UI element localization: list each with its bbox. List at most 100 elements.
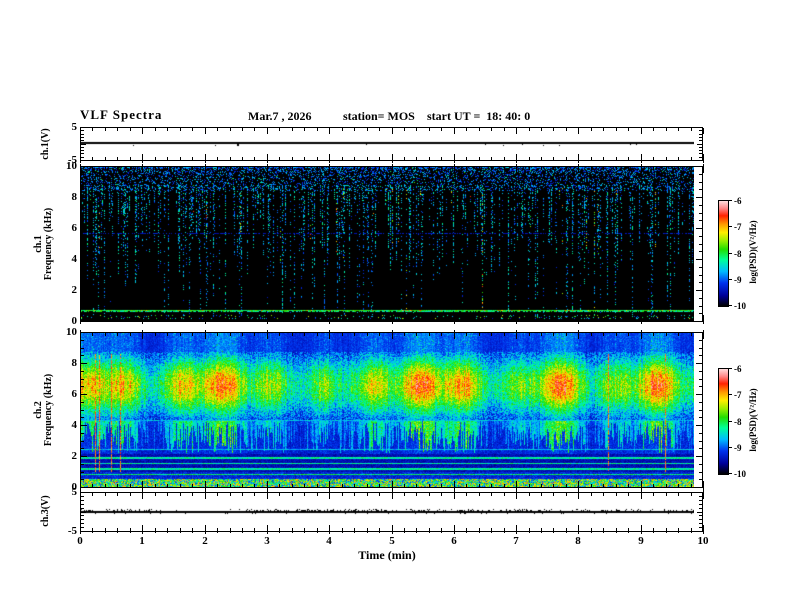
axis-tick — [696, 456, 702, 457]
axis-tick — [329, 167, 330, 173]
axis-tick — [666, 128, 667, 131]
figure-title: VLF Spectra — [80, 107, 163, 122]
axis-tick — [367, 157, 368, 160]
axis-tick — [92, 318, 93, 321]
axis-tick — [205, 531, 206, 534]
x-tick-label: 0 — [77, 535, 83, 547]
axis-tick — [81, 306, 84, 307]
axis-tick — [205, 321, 206, 324]
axis-tick — [142, 321, 143, 324]
axis-tick — [578, 330, 579, 333]
axis-tick — [379, 493, 380, 496]
axis-tick — [142, 531, 143, 534]
axis-tick — [696, 197, 702, 198]
axis-tick — [242, 493, 243, 496]
axis-tick — [603, 128, 604, 131]
axis-tick — [699, 157, 702, 158]
axis-tick — [628, 157, 629, 160]
header-date: Mar.7 , 2026 — [248, 109, 312, 123]
axis-tick — [81, 174, 84, 175]
axis-tick — [641, 333, 642, 339]
axis-tick — [180, 128, 181, 131]
axis-tick — [641, 160, 642, 163]
axis-tick — [491, 493, 492, 496]
axis-tick — [699, 348, 702, 349]
axis-tick — [699, 182, 702, 183]
axis-tick — [529, 333, 530, 336]
axis-tick — [641, 330, 642, 333]
axis-tick — [699, 189, 702, 190]
axis-tick — [699, 441, 702, 442]
axis-tick — [703, 333, 704, 339]
axis-tick — [591, 167, 592, 170]
axis-tick — [317, 157, 318, 160]
axis-tick — [553, 493, 554, 496]
axis-tick — [279, 531, 280, 533]
axis-tick — [81, 417, 84, 418]
axis-tick — [317, 493, 318, 496]
axis-tick — [81, 290, 87, 291]
axis-tick — [516, 167, 517, 173]
axis-tick — [578, 321, 579, 324]
axis-tick — [516, 128, 517, 134]
axis-tick — [304, 128, 305, 131]
axis-tick — [130, 484, 131, 487]
axis-tick — [616, 157, 617, 160]
axis-tick — [230, 333, 231, 336]
axis-tick — [603, 531, 604, 533]
axis-tick — [429, 484, 430, 487]
axis-tick — [192, 318, 193, 321]
axis-tick — [230, 493, 231, 496]
y-tick-label: -5 — [67, 154, 77, 166]
axis-tick — [267, 167, 268, 173]
axis-tick — [329, 333, 330, 339]
colorbar-tick-label: -6 — [734, 364, 742, 374]
axis-tick — [142, 164, 143, 167]
axis-tick — [697, 160, 702, 161]
axis-tick — [242, 128, 243, 131]
axis-tick — [703, 160, 704, 163]
axis-tick — [653, 318, 654, 321]
axis-tick — [703, 493, 704, 499]
axis-tick — [81, 147, 84, 148]
axis-tick — [81, 355, 84, 356]
axis-tick — [666, 493, 667, 496]
axis-tick — [80, 333, 81, 339]
axis-tick — [416, 493, 417, 496]
axis-tick — [479, 318, 480, 321]
axis-tick — [81, 140, 84, 141]
axis-tick — [441, 318, 442, 321]
axis-tick — [242, 531, 243, 533]
axis-tick — [167, 128, 168, 131]
colorbar-tick-label: -10 — [734, 301, 746, 311]
axis-tick — [691, 484, 692, 487]
axis-tick — [699, 140, 702, 141]
axis-tick — [81, 144, 86, 145]
axis-tick — [142, 128, 143, 134]
axis-tick — [81, 153, 84, 154]
axis-tick — [653, 333, 654, 336]
axis-tick — [416, 318, 417, 321]
axis-tick — [267, 164, 268, 167]
axis-tick — [429, 493, 430, 496]
x-tick-label: 7 — [513, 535, 519, 547]
axis-tick — [180, 167, 181, 170]
axis-tick — [699, 150, 702, 151]
header-station: station= MOS — [343, 109, 415, 123]
axis-tick — [117, 531, 118, 533]
axis-tick — [404, 128, 405, 131]
axis-tick — [566, 333, 567, 336]
colorbar-tick-label: -9 — [734, 275, 742, 285]
axis-tick — [491, 157, 492, 160]
axis-tick — [392, 128, 393, 134]
axis-tick — [81, 340, 84, 341]
axis-tick — [167, 167, 168, 170]
axis-tick — [566, 128, 567, 131]
axis-tick — [230, 167, 231, 170]
axis-tick — [699, 220, 702, 221]
axis-tick — [666, 167, 667, 170]
axis-tick — [392, 531, 393, 534]
axis-tick — [81, 456, 87, 457]
axis-tick — [254, 167, 255, 170]
axis-tick — [541, 333, 542, 336]
